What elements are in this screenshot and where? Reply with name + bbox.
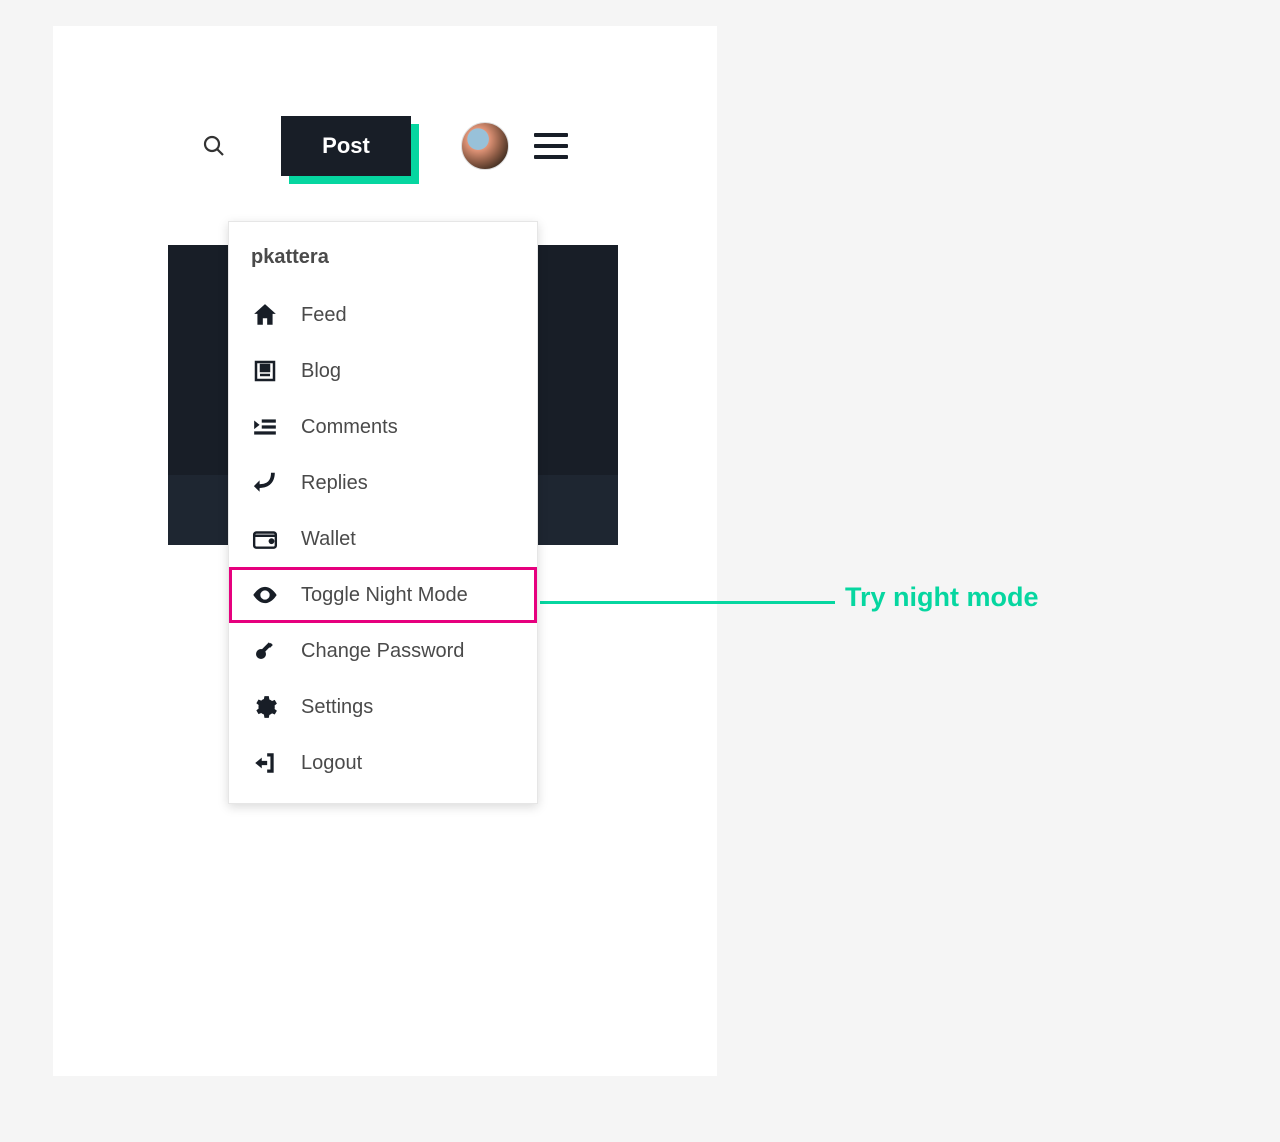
dropdown-username: pkattera bbox=[229, 240, 537, 287]
menu-item-label: Toggle Night Mode bbox=[301, 584, 468, 607]
menu-item-blog[interactable]: Blog bbox=[229, 343, 537, 399]
top-bar: Post bbox=[53, 116, 717, 176]
menu-item-label: Comments bbox=[301, 416, 398, 439]
post-button[interactable]: Post bbox=[281, 116, 411, 176]
menu-item-label: Wallet bbox=[301, 528, 356, 551]
menu-item-replies[interactable]: Replies bbox=[229, 455, 537, 511]
callout-text: Try night mode bbox=[845, 582, 1039, 613]
avatar[interactable] bbox=[461, 122, 509, 170]
comments-icon bbox=[251, 413, 279, 441]
menu-item-logout[interactable]: Logout bbox=[229, 735, 537, 791]
menu-item-label: Blog bbox=[301, 360, 341, 383]
menu-item-label: Replies bbox=[301, 472, 368, 495]
wallet-icon bbox=[251, 525, 279, 553]
menu-item-change-password[interactable]: Change Password bbox=[229, 623, 537, 679]
key-icon bbox=[251, 637, 279, 665]
post-button-wrap: Post bbox=[281, 116, 411, 176]
menu-item-comments[interactable]: Comments bbox=[229, 399, 537, 455]
logout-icon bbox=[251, 749, 279, 777]
menu-item-toggle-night-mode[interactable]: Toggle Night Mode bbox=[229, 567, 537, 623]
post-button-label: Post bbox=[322, 133, 370, 159]
replies-icon bbox=[251, 469, 279, 497]
menu-item-label: Logout bbox=[301, 752, 362, 775]
home-icon bbox=[251, 301, 279, 329]
search-icon[interactable] bbox=[202, 134, 226, 158]
eye-icon bbox=[251, 581, 279, 609]
menu-item-label: Settings bbox=[301, 696, 373, 719]
menu-item-label: Feed bbox=[301, 304, 347, 327]
menu-item-feed[interactable]: Feed bbox=[229, 287, 537, 343]
hamburger-menu-icon[interactable] bbox=[534, 133, 568, 159]
callout-line bbox=[540, 601, 835, 604]
gear-icon bbox=[251, 693, 279, 721]
menu-item-label: Change Password bbox=[301, 640, 464, 663]
app-frame: Post pkattera Feed Blog Comments bbox=[53, 26, 717, 1076]
user-dropdown: pkattera Feed Blog Comments Replies bbox=[228, 221, 538, 804]
menu-item-wallet[interactable]: Wallet bbox=[229, 511, 537, 567]
menu-item-settings[interactable]: Settings bbox=[229, 679, 537, 735]
blog-icon bbox=[251, 357, 279, 385]
